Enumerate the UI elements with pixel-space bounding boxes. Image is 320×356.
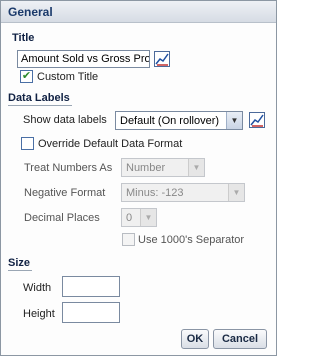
treat-numbers-value: Number [126,162,166,174]
chevron-down-icon[interactable]: ▼ [188,159,204,176]
chevron-down-icon[interactable]: ▼ [226,112,242,129]
decimal-places-label: Decimal Places [24,212,100,224]
negative-format-select[interactable]: Minus: -123 ▼ [121,183,245,202]
negative-format-value: Minus: -123 [126,187,184,199]
treat-numbers-select[interactable]: Number ▼ [121,158,205,177]
data-labels-heading: Data Labels [8,92,70,104]
negative-format-label: Negative Format [24,187,106,199]
show-data-labels-select[interactable]: Default (On rollover) ▼ [115,111,243,130]
override-format-label: Override Default Data Format [38,138,183,150]
cancel-button[interactable]: Cancel [213,329,267,349]
width-input[interactable] [62,276,120,297]
chevron-down-icon[interactable]: ▼ [140,209,156,226]
show-data-labels-value: Default (On rollover) [120,115,220,127]
title-input[interactable]: Amount Sold vs Gross Pro [17,50,150,68]
chart-properties-dialog: General Title Amount Sold vs Gross Pro ✔… [0,0,277,356]
show-data-labels-label: Show data labels [23,114,107,126]
width-label: Width [23,282,52,294]
dialog-header: General [1,1,276,23]
size-heading: Size [8,257,31,269]
decimal-places-select[interactable]: 0 ▼ [121,208,157,227]
title-format-edit-icon[interactable] [154,51,170,67]
decimal-places-value: 0 [126,212,133,224]
override-format-checkbox[interactable] [21,137,34,150]
labels-format-edit-icon[interactable] [249,112,265,128]
ok-button[interactable]: OK [181,329,209,349]
height-input[interactable] [62,302,120,323]
height-label: Height [23,308,55,320]
custom-title-checkbox[interactable]: ✔ [20,70,33,83]
use-separator-label: Use 1000's Separator [138,234,245,246]
treat-numbers-label: Treat Numbers As [24,162,113,174]
chevron-down-icon[interactable]: ▼ [228,184,244,201]
custom-title-label: Custom Title [37,71,99,83]
use-separator-checkbox[interactable] [122,233,135,246]
size-underline [8,270,32,271]
title-section-heading: Title [12,32,35,44]
data-labels-underline [8,105,72,106]
